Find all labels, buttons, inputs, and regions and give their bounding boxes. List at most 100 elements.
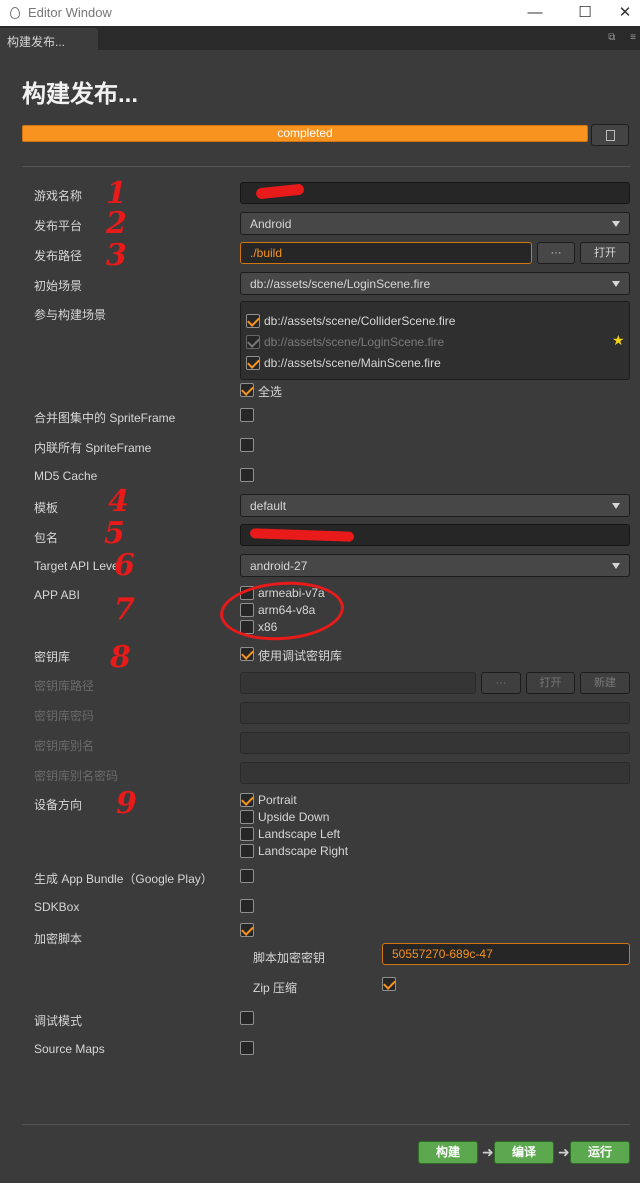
md5-cache-checkbox[interactable] [240,468,254,482]
annotation-number: 7 [114,592,135,627]
platform-select[interactable]: Android [240,212,630,235]
keystore-alias-input [240,732,630,754]
scene-checkbox [246,335,260,349]
keystore-alias-password-input [240,762,630,784]
compile-button[interactable]: 编译 [494,1141,554,1164]
page-title: 构建发布... [22,81,139,108]
orientation-option: Landscape Left [258,827,341,841]
scene-item: db://assets/scene/MainScene.fire [264,356,441,370]
inline-spriteframe-label: 内联所有 SpriteFrame [34,441,152,455]
star-icon: ★ [612,332,625,348]
scene-item: db://assets/scene/LoginScene.fire [264,335,445,349]
keystore-path-input [240,672,476,694]
annotation-number: 2 [106,206,127,241]
popout-icon[interactable]: ⧉ [608,32,615,43]
start-scene-label: 初始场景 [34,279,83,293]
minimize-button[interactable]: — [520,2,550,24]
inline-spriteframe-checkbox[interactable] [240,438,254,452]
orientation-checkbox[interactable] [240,844,254,858]
keystore-browse-button: ··· [481,672,521,694]
browse-path-button[interactable]: ··· [537,242,575,264]
template-value: default [250,499,287,513]
window-title: Editor Window [28,5,112,20]
keystore-path-label: 密钥库路径 [34,679,95,693]
template-label: 模板 [34,501,59,515]
annotation-number: 3 [106,238,127,273]
start-scene-value: db://assets/scene/LoginScene.fire [250,277,431,291]
keystore-new-button: 新建 [580,672,630,694]
menu-icon[interactable]: ≡ [630,32,636,43]
encrypt-key-input[interactable]: 50557270-689c-47 [382,943,630,965]
platform-label: 发布平台 [34,219,83,233]
template-select[interactable]: default [240,494,630,517]
platform-value: Android [250,217,292,231]
app-bundle-label: 生成 App Bundle（Google Play） [34,872,213,886]
source-maps-checkbox[interactable] [240,1041,254,1055]
api-level-value: android-27 [250,559,308,573]
scene-checkbox[interactable] [246,314,260,328]
chevron-down-icon [612,281,620,287]
package-label: 包名 [34,531,59,545]
orientation-option: Landscape Right [258,844,349,858]
build-path-label: 发布路径 [34,249,83,263]
zip-label: Zip 压缩 [253,981,298,995]
scene-checkbox[interactable] [246,356,260,370]
source-maps-label: Source Maps [34,1042,105,1056]
orientation-option: Portrait [258,793,297,807]
api-level-select[interactable]: android-27 [240,554,630,577]
keystore-password-label: 密钥库密码 [34,709,95,723]
chevron-down-icon [612,503,620,509]
sdkbox-checkbox[interactable] [240,899,254,913]
debug-mode-label: 调试模式 [34,1014,83,1028]
keystore-password-input [240,702,630,724]
encrypt-key-label: 脚本加密密钥 [253,951,326,965]
zip-checkbox[interactable] [382,977,396,991]
debug-keystore-checkbox[interactable] [240,647,254,661]
build-path-input[interactable]: ./build [240,242,532,264]
annotation-number: 5 [104,516,125,551]
debug-mode-checkbox[interactable] [240,1011,254,1025]
footer-divider [22,1124,630,1125]
orientation-checkbox[interactable] [240,793,254,807]
open-log-button[interactable] [591,124,629,146]
tab-tools: ⧉ ≡ [596,32,636,43]
scenes-label: 参与构建场景 [34,308,107,322]
app-icon [10,7,20,19]
divider [22,166,630,167]
maximize-button[interactable]: ☐ [570,2,600,24]
merge-spriteframe-checkbox[interactable] [240,408,254,422]
api-level-label: Target API Level [34,559,122,573]
keystore-open-button: 打开 [526,672,575,694]
encrypt-checkbox[interactable] [240,923,254,937]
arrow-right-icon: ➜ [482,1144,494,1160]
sdkbox-label: SDKBox [34,900,80,914]
annotation-number: 4 [108,484,129,519]
start-scene-select[interactable]: db://assets/scene/LoginScene.fire [240,272,630,295]
build-button[interactable]: 构建 [418,1141,478,1164]
keystore-alias-password-label: 密钥库别名密码 [34,769,119,783]
select-all-checkbox[interactable] [240,383,254,397]
app-bundle-checkbox[interactable] [240,869,254,883]
orientation-checkbox[interactable] [240,810,254,824]
chevron-down-icon [612,221,620,227]
annotation-number: 8 [110,640,131,675]
debug-keystore-label: 使用调试密钥库 [258,649,343,663]
tab-build[interactable]: 构建发布... [0,28,98,50]
build-progress-bar: completed [22,125,588,142]
select-all-label: 全选 [258,385,283,399]
keystore-label: 密钥库 [34,650,71,664]
orientation-checkbox[interactable] [240,827,254,841]
annotation-circle [218,577,346,645]
scene-item: db://assets/scene/ColliderScene.fire [264,314,456,328]
close-button[interactable]: ✕ [610,2,640,24]
annotation-number: 9 [116,786,137,821]
app-abi-label: APP ABI [34,588,80,602]
run-button[interactable]: 运行 [570,1141,630,1164]
orientation-label: 设备方向 [34,798,83,812]
title-bar: Editor Window — ☐ ✕ [0,0,640,26]
encrypt-label: 加密脚本 [34,932,83,946]
keystore-alias-label: 密钥库别名 [34,739,95,753]
md5-cache-label: MD5 Cache [34,469,98,483]
open-path-button[interactable]: 打开 [580,242,630,264]
game-name-label: 游戏名称 [34,189,83,203]
